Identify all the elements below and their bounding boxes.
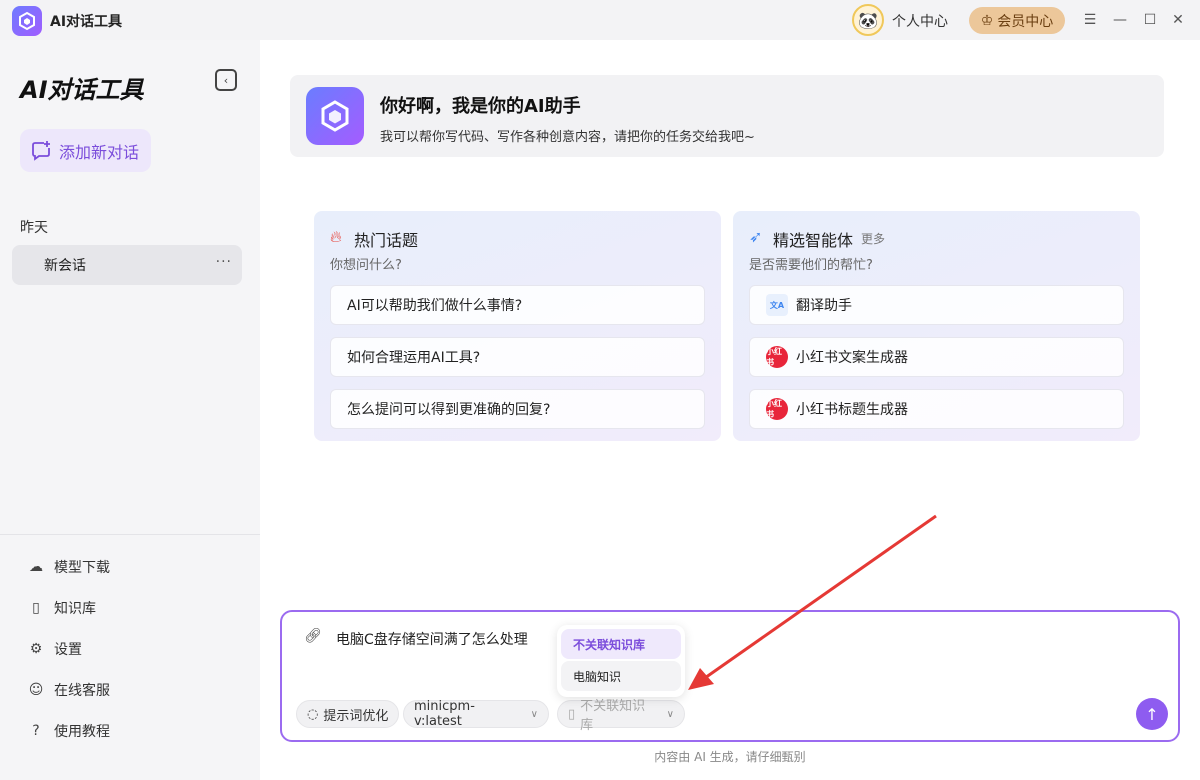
sidebar-brand: AI对话工具 <box>20 76 144 104</box>
hot-topic-item[interactable]: AI可以帮助我们做什么事情? <box>330 285 705 325</box>
history-section-label: 昨天 <box>20 220 48 236</box>
vip-center-label: 会员中心 <box>997 13 1054 30</box>
cloud-download-icon: ☁ <box>29 559 43 575</box>
lightbulb-icon: ◌ <box>307 706 319 722</box>
title-bar: AI对话工具 🐼 个人中心 ♔ 会员中心 ☰ — ☐ ✕ <box>0 0 1200 40</box>
sidebar-conversation-item[interactable]: 新会话 ··· <box>12 245 242 285</box>
collapse-sidebar-icon[interactable]: ‹ <box>215 69 237 91</box>
sidebar-item-support[interactable]: ☺ 在线客服 <box>28 680 110 700</box>
send-button[interactable]: ↑ <box>1136 698 1168 730</box>
message-input[interactable]: 电脑C盘存储空间满了怎么处理 <box>336 629 528 649</box>
book-icon: ▯ <box>32 600 40 616</box>
kb-option-computer[interactable]: 电脑知识 <box>561 661 681 691</box>
agent-label: 翻译助手 <box>796 298 852 314</box>
agents-subtitle: 是否需要他们的帮忙? <box>749 258 873 273</box>
hot-topics-title: 热门话题 <box>354 231 419 250</box>
xiaohongshu-icon: 小红书 <box>766 346 788 368</box>
help-circle-icon: ? <box>32 723 40 739</box>
personal-center-link[interactable]: 个人中心 <box>892 11 948 31</box>
agents-title: 精选智能体 <box>773 231 854 250</box>
welcome-banner: 你好啊，我是你的AI助手 我可以帮你写代码、写作各种创意内容，请把你的任务交给我… <box>290 75 1164 157</box>
message-composer[interactable]: 🔗︎ 电脑C盘存储空间满了怎么处理 ◌ 提示词优化 minicpm-v:late… <box>280 610 1180 742</box>
sidebar-item-settings[interactable]: ⚙ 设置 <box>28 639 82 659</box>
agent-item-translate[interactable]: 文A 翻译助手 <box>749 285 1124 325</box>
app-logo-icon <box>12 6 42 36</box>
close-icon[interactable]: ✕ <box>1168 10 1188 30</box>
welcome-subtitle: 我可以帮你写代码、写作各种创意内容，请把你的任务交给我吧~ <box>380 130 755 145</box>
app-title: AI对话工具 <box>50 14 123 30</box>
ai-disclaimer: 内容由 AI 生成，请仔细甄别 <box>654 750 806 764</box>
sidebar-item-label: 在线客服 <box>54 683 110 699</box>
avatar[interactable]: 🐼 <box>852 4 884 36</box>
prompt-optimize-label: 提示词优化 <box>323 708 389 724</box>
book-icon: ▯ <box>568 706 576 722</box>
rocket-icon: ➶ <box>749 227 763 246</box>
minimize-icon[interactable]: — <box>1110 10 1130 30</box>
menu-icon[interactable]: ☰ <box>1080 10 1100 30</box>
user-icon: ☺ <box>28 682 44 698</box>
xiaohongshu-icon: 小红书 <box>766 398 788 420</box>
welcome-title: 你好啊，我是你的AI助手 <box>380 96 581 117</box>
sidebar: AI对话工具 ‹ 添加新对话 昨天 新会话 ··· ☁ 模型下载 ▯ 知识库 ⚙… <box>0 40 260 780</box>
prompt-optimize-button[interactable]: ◌ 提示词优化 <box>296 700 400 728</box>
agents-more-link[interactable]: 更多 <box>861 230 885 247</box>
sidebar-divider <box>0 534 260 535</box>
chevron-down-icon: ∨ <box>666 708 674 720</box>
hot-topic-item[interactable]: 怎么提问可以得到更准确的回复? <box>330 389 705 429</box>
agent-item-xhs-copy[interactable]: 小红书 小红书文案生成器 <box>749 337 1124 377</box>
fire-icon: 🔥︎ <box>330 227 342 246</box>
assistant-logo-icon <box>306 87 364 145</box>
agent-label: 小红书文案生成器 <box>796 350 908 366</box>
knowledge-base-dropdown: 不关联知识库 电脑知识 <box>557 625 685 697</box>
knowledge-base-select-value: 不关联知识库 <box>580 699 646 733</box>
sidebar-item-label: 知识库 <box>54 601 96 617</box>
crown-icon: ♔ <box>980 12 994 29</box>
chevron-down-icon: ∨ <box>530 708 538 720</box>
sidebar-item-label: 模型下载 <box>54 560 110 576</box>
agent-item-xhs-title[interactable]: 小红书 小红书标题生成器 <box>749 389 1124 429</box>
sidebar-item-tutorial[interactable]: ? 使用教程 <box>28 721 110 741</box>
sidebar-item-label: 使用教程 <box>54 724 110 740</box>
model-select[interactable]: minicpm-v:latest ∨ <box>403 699 549 729</box>
hot-topic-item[interactable]: 如何合理运用AI工具? <box>330 337 705 377</box>
featured-agents-card: ➶ 精选智能体 更多 是否需要他们的帮忙? 文A 翻译助手 小红书 小红书文案生… <box>733 211 1140 441</box>
new-chat-button[interactable]: 添加新对话 <box>20 129 151 172</box>
link-icon[interactable]: 🔗︎ <box>304 628 322 644</box>
knowledge-base-select[interactable]: ▯ 不关联知识库 ∨ <box>557 699 685 733</box>
sidebar-item-knowledge-base[interactable]: ▯ 知识库 <box>28 598 96 618</box>
maximize-icon[interactable]: ☐ <box>1140 10 1160 30</box>
model-select-value: minicpm-v:latest <box>414 699 475 729</box>
agent-label: 小红书标题生成器 <box>796 402 908 418</box>
sidebar-item-model-download[interactable]: ☁ 模型下载 <box>28 557 110 577</box>
more-options-icon[interactable]: ··· <box>216 254 232 270</box>
vip-center-button[interactable]: ♔ 会员中心 <box>969 7 1065 34</box>
kb-option-none[interactable]: 不关联知识库 <box>561 629 681 659</box>
translate-icon: 文A <box>766 294 788 316</box>
main-panel: 你好啊，我是你的AI助手 我可以帮你写代码、写作各种创意内容，请把你的任务交给我… <box>260 40 1200 780</box>
chat-plus-icon <box>32 140 50 161</box>
gear-icon: ⚙ <box>29 641 43 657</box>
conversation-label: 新会话 <box>44 258 86 274</box>
hot-topics-subtitle: 你想问什么? <box>330 258 402 273</box>
sidebar-item-label: 设置 <box>54 642 82 658</box>
new-chat-label: 添加新对话 <box>59 142 140 162</box>
hot-topics-card: 🔥︎ 热门话题 你想问什么? AI可以帮助我们做什么事情? 如何合理运用AI工具… <box>314 211 721 441</box>
